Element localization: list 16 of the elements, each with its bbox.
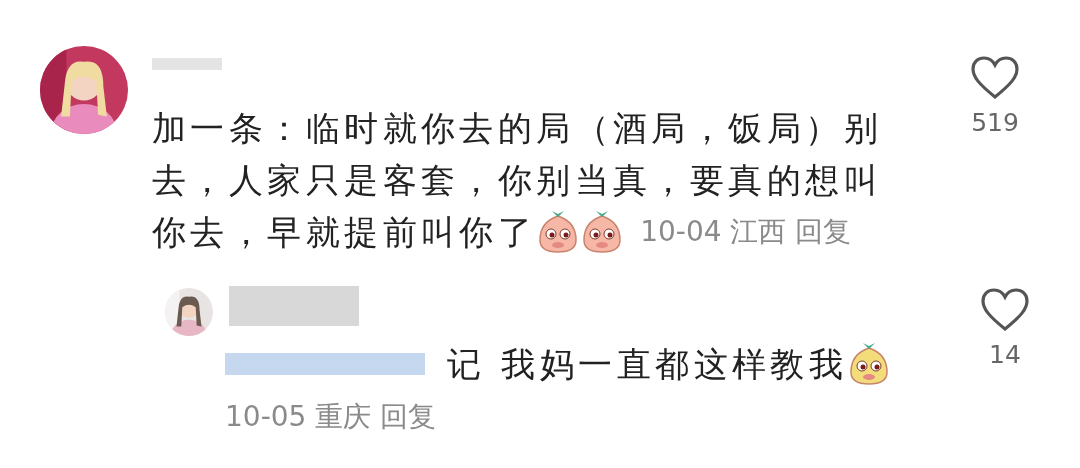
reply-fragment: 记 — [447, 343, 486, 386]
reply-link[interactable]: 回复 — [380, 400, 437, 433]
reply-link[interactable]: 回复 — [795, 215, 852, 248]
like-count: 14 — [989, 339, 1021, 371]
heart-icon[interactable] — [971, 56, 1019, 100]
like-count: 519 — [971, 107, 1019, 139]
heart-icon[interactable] — [981, 288, 1029, 332]
comment-location: 重庆 — [315, 400, 372, 433]
comment-date: 10-05 — [225, 400, 307, 433]
comment-date: 10-04 — [640, 215, 722, 248]
comment-text: 去，人家只是客套，你别当真，要真的想叫 — [152, 159, 882, 202]
comment-text: 加一条：临时就你去的局（酒局，饭局）别 — [152, 107, 882, 150]
comment-text: 你去，早就提前叫你了 — [152, 211, 537, 254]
reply-text: 我妈一直都这样教我 — [501, 343, 848, 386]
redacted-name — [152, 58, 222, 70]
comment-location: 江西 — [730, 215, 787, 248]
